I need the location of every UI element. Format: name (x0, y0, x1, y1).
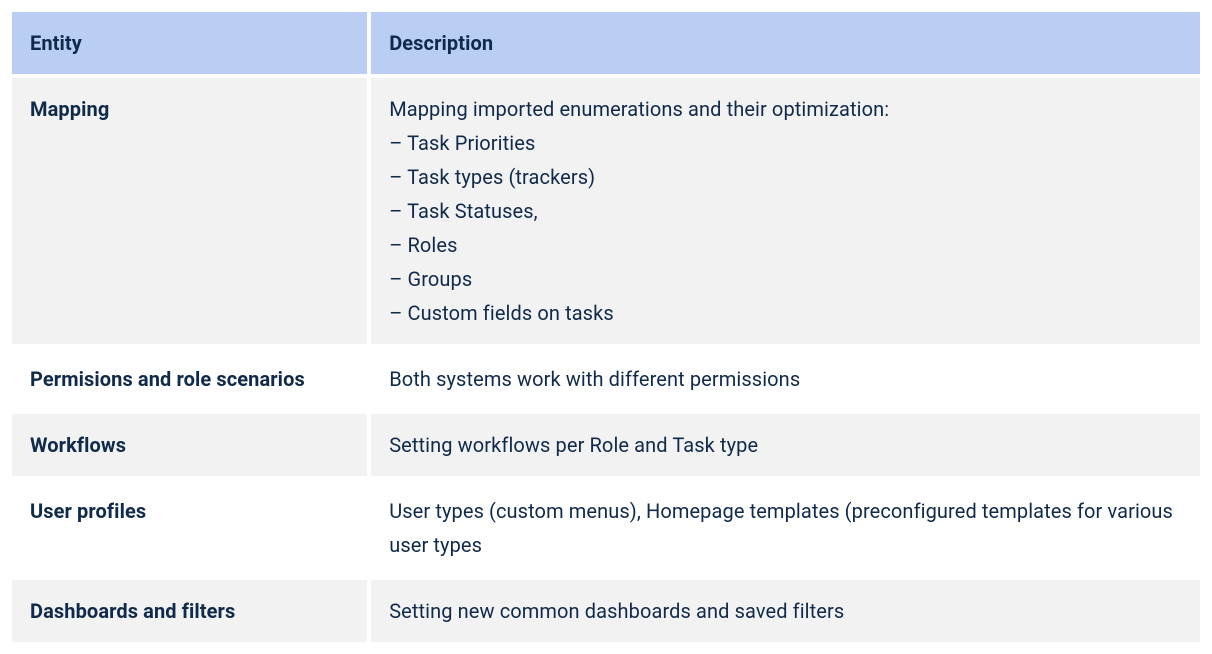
table-row: Mapping Mapping imported enumerations an… (12, 78, 1200, 344)
cell-entity: Permisions and role scenarios (12, 348, 367, 410)
table-row: Permisions and role scenarios Both syste… (12, 348, 1200, 410)
header-description: Description (371, 12, 1200, 74)
table-header-row: Entity Description (12, 12, 1200, 74)
list-item: Groups (389, 262, 1182, 296)
list-item: Task Priorities (389, 126, 1182, 160)
table-row: User profiles User types (custom menus),… (12, 480, 1200, 576)
cell-entity: Mapping (12, 78, 367, 344)
cell-entity: Workflows (12, 414, 367, 476)
cell-description: User types (custom menus), Homepage temp… (371, 480, 1200, 576)
entity-description-table: Entity Description Mapping Mapping impor… (8, 8, 1204, 646)
desc-bullet-list: Task Priorities Task types (trackers) Ta… (389, 126, 1182, 330)
cell-description: Setting new common dashboards and saved … (371, 580, 1200, 642)
list-item: Task types (trackers) (389, 160, 1182, 194)
cell-description: Mapping imported enumerations and their … (371, 78, 1200, 344)
desc-intro: Mapping imported enumerations and their … (389, 97, 889, 121)
list-item: Roles (389, 228, 1182, 262)
cell-description: Both systems work with different permiss… (371, 348, 1200, 410)
header-entity: Entity (12, 12, 367, 74)
page-container: Entity Description Mapping Mapping impor… (0, 0, 1212, 654)
list-item: Custom fields on tasks (389, 296, 1182, 330)
cell-entity: User profiles (12, 480, 367, 576)
list-item: Task Statuses, (389, 194, 1182, 228)
table-row: Workflows Setting workflows per Role and… (12, 414, 1200, 476)
cell-entity: Dashboards and filters (12, 580, 367, 642)
cell-description: Setting workflows per Role and Task type (371, 414, 1200, 476)
table-row: Dashboards and filters Setting new commo… (12, 580, 1200, 642)
